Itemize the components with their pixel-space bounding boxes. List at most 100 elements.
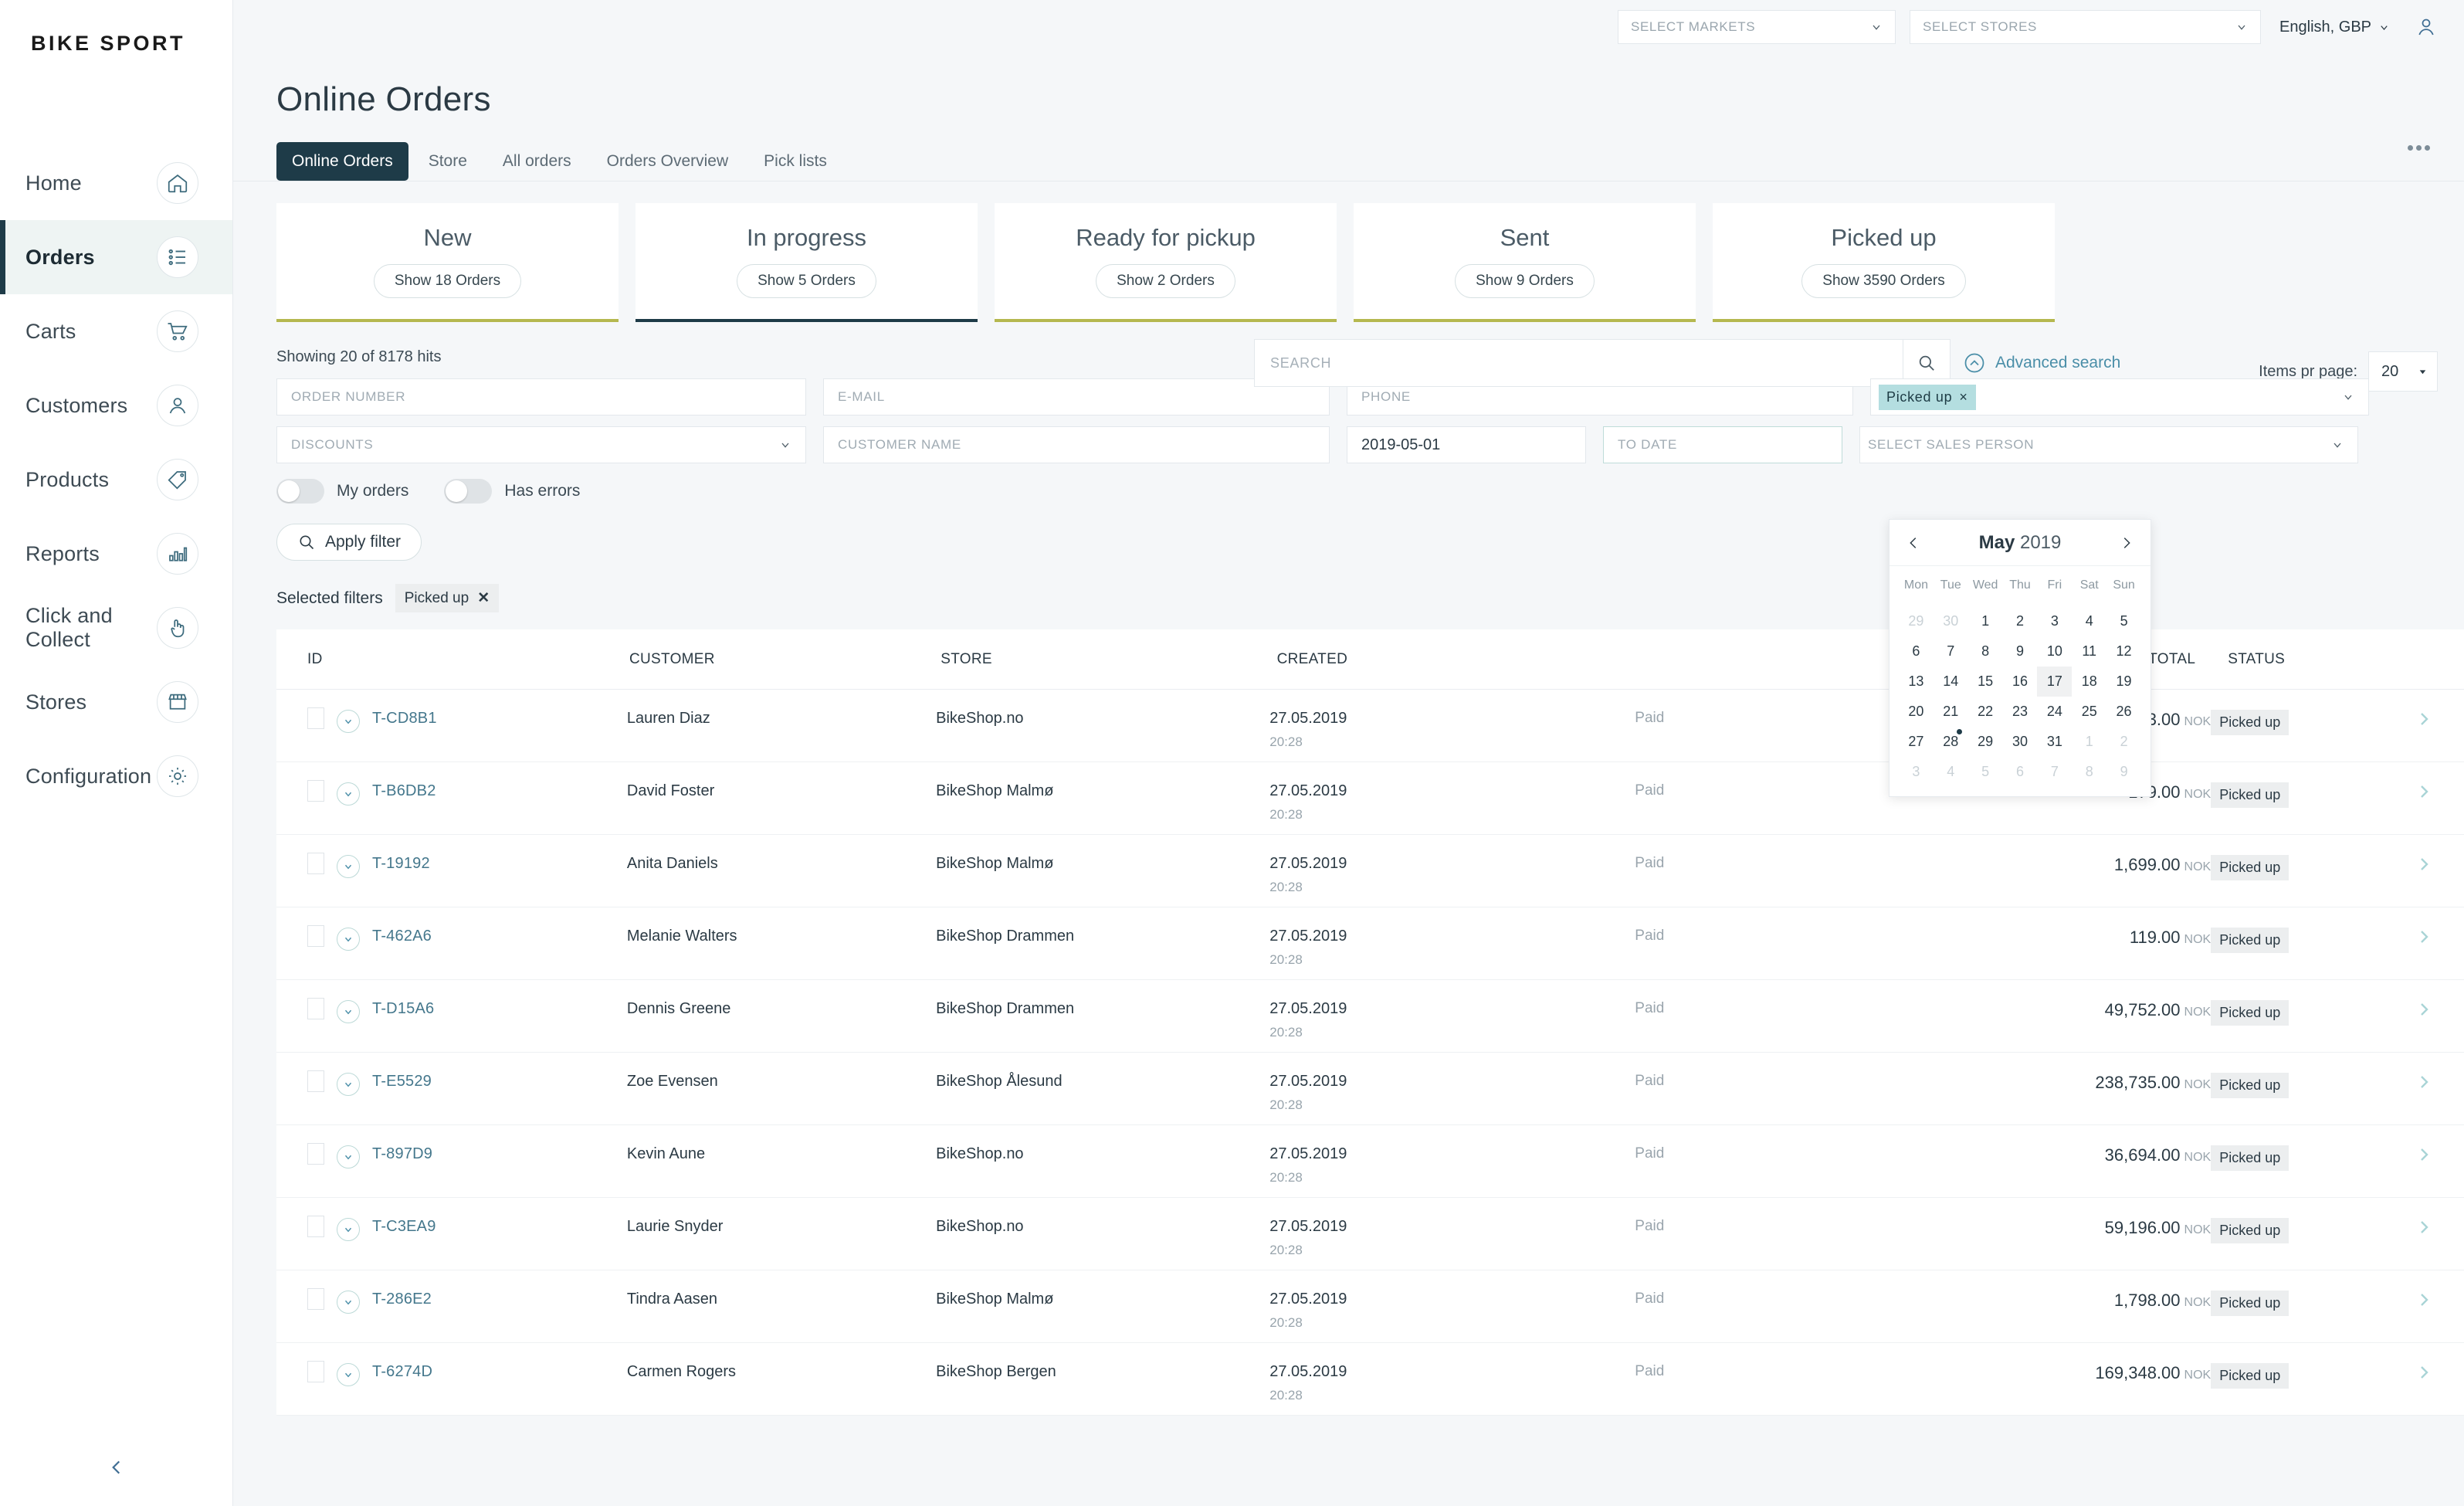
chevron-down-icon[interactable] bbox=[337, 855, 360, 878]
row-open-button[interactable] bbox=[2415, 928, 2433, 946]
user-avatar-icon[interactable] bbox=[2415, 15, 2438, 39]
order-id-link[interactable]: T-462A6 bbox=[372, 928, 432, 945]
status-chip-picked-up[interactable]: Picked up × bbox=[1879, 384, 1976, 410]
date-picker-day[interactable]: 7 bbox=[1934, 636, 1968, 667]
date-picker-day[interactable]: 17 bbox=[2037, 667, 2073, 697]
date-picker-day[interactable]: 5 bbox=[2106, 606, 2141, 636]
table-row[interactable]: T-286E2 Tindra Aasen BikeShop Malmø 27.0… bbox=[276, 1270, 2464, 1343]
row-open-button[interactable] bbox=[2415, 855, 2433, 873]
next-month-button[interactable] bbox=[2118, 534, 2135, 551]
date-picker-day[interactable]: 11 bbox=[2072, 636, 2106, 667]
order-number-field[interactable]: ORDER NUMBER bbox=[276, 378, 806, 416]
date-picker-day[interactable]: 2 bbox=[2003, 606, 2038, 636]
chevron-down-icon[interactable] bbox=[337, 1218, 360, 1241]
tab-store[interactable]: Store bbox=[413, 142, 483, 181]
date-picker-day[interactable]: 14 bbox=[1934, 667, 1968, 697]
date-picker-day[interactable]: 21 bbox=[1934, 697, 1968, 727]
customer-name-field[interactable]: CUSTOMER NAME bbox=[823, 426, 1330, 463]
date-picker-day[interactable]: 9 bbox=[2003, 636, 2038, 667]
date-picker-day[interactable]: 30 bbox=[1934, 606, 1968, 636]
tab-orders-overview[interactable]: Orders Overview bbox=[591, 142, 744, 181]
status-card-picked-up[interactable]: Picked up Show 3590 Orders bbox=[1713, 203, 2055, 322]
advanced-search-toggle[interactable]: Advanced search bbox=[1963, 351, 2120, 375]
sidebar-item-home[interactable]: Home bbox=[0, 146, 232, 220]
sidebar-item-products[interactable]: Products bbox=[0, 443, 232, 517]
row-open-button[interactable] bbox=[2415, 710, 2433, 728]
selected-filter-chip[interactable]: Picked up ✕ bbox=[395, 584, 500, 612]
status-card-sent[interactable]: Sent Show 9 Orders bbox=[1354, 203, 1696, 322]
language-currency-selector[interactable]: English, GBP bbox=[2279, 19, 2390, 36]
chevron-down-icon[interactable] bbox=[337, 1291, 360, 1314]
column-header-id[interactable]: ID bbox=[307, 651, 629, 668]
chevron-down-icon[interactable] bbox=[337, 928, 360, 951]
date-picker-day[interactable]: 5 bbox=[1968, 757, 2003, 787]
row-checkbox[interactable] bbox=[307, 1070, 324, 1092]
date-picker-day[interactable]: 23 bbox=[2003, 697, 2038, 727]
status-card-button[interactable]: Show 18 Orders bbox=[373, 264, 522, 298]
date-picker-day[interactable]: 22 bbox=[1968, 697, 2003, 727]
date-picker-day[interactable]: 1 bbox=[2072, 727, 2106, 757]
date-picker-day[interactable]: 3 bbox=[1899, 757, 1934, 787]
table-row[interactable]: T-E5529 Zoe Evensen BikeShop Ålesund 27.… bbox=[276, 1053, 2464, 1125]
date-picker-day[interactable]: 7 bbox=[2037, 757, 2072, 787]
sidebar-item-configuration[interactable]: Configuration bbox=[0, 739, 232, 813]
chevron-down-icon[interactable] bbox=[337, 1363, 360, 1386]
row-checkbox[interactable] bbox=[307, 780, 324, 802]
chevron-down-icon[interactable] bbox=[337, 1145, 360, 1169]
row-checkbox[interactable] bbox=[307, 925, 324, 947]
row-checkbox[interactable] bbox=[307, 853, 324, 874]
date-picker-day[interactable]: 30 bbox=[2003, 727, 2038, 757]
row-open-button[interactable] bbox=[2415, 1291, 2433, 1309]
date-picker-popup[interactable]: May 2019 Mon Tue Wed Thu Fri Sat Sun 29 3… bbox=[1889, 519, 2151, 797]
date-picker-day[interactable]: 4 bbox=[1934, 757, 1968, 787]
column-header-store[interactable]: STORE bbox=[941, 651, 1276, 668]
date-picker-day[interactable]: 26 bbox=[2106, 697, 2141, 727]
toggle-my-orders[interactable] bbox=[276, 479, 324, 504]
table-row[interactable]: T-19192 Anita Daniels BikeShop Malmø 27.… bbox=[276, 835, 2464, 907]
row-open-button[interactable] bbox=[2415, 1145, 2433, 1164]
order-id-link[interactable]: T-19192 bbox=[372, 855, 430, 873]
status-card-in-progress[interactable]: In progress Show 5 Orders bbox=[635, 203, 978, 322]
date-picker-day[interactable]: 20 bbox=[1899, 697, 1934, 727]
row-open-button[interactable] bbox=[2415, 1073, 2433, 1091]
status-card-button[interactable]: Show 2 Orders bbox=[1096, 264, 1235, 298]
status-card-new[interactable]: New Show 18 Orders bbox=[276, 203, 619, 322]
row-checkbox[interactable] bbox=[307, 707, 324, 729]
prev-month-button[interactable] bbox=[1905, 534, 1922, 551]
date-picker-day[interactable]: 24 bbox=[2037, 697, 2072, 727]
table-row[interactable]: T-6274D Carmen Rogers BikeShop Bergen 27… bbox=[276, 1343, 2464, 1416]
order-id-link[interactable]: T-E5529 bbox=[372, 1073, 432, 1090]
column-header-status[interactable]: STATUS bbox=[2228, 651, 2433, 668]
row-open-button[interactable] bbox=[2415, 1363, 2433, 1382]
date-picker-day[interactable]: 15 bbox=[1968, 667, 2003, 697]
order-id-link[interactable]: T-B6DB2 bbox=[372, 782, 436, 800]
brand-logo[interactable]: BIKE SPORT bbox=[0, 22, 232, 65]
chevron-down-icon[interactable] bbox=[337, 1073, 360, 1096]
date-picker-day[interactable]: 16 bbox=[2003, 667, 2038, 697]
status-card-button[interactable]: Show 3590 Orders bbox=[1801, 264, 1966, 298]
date-picker-day[interactable]: 31 bbox=[2037, 727, 2072, 757]
date-picker-day[interactable]: 8 bbox=[1968, 636, 2003, 667]
date-picker-day[interactable]: 18 bbox=[2072, 667, 2106, 697]
from-date-field[interactable]: 2019-05-01 bbox=[1347, 426, 1586, 463]
date-picker-day[interactable]: 3 bbox=[2037, 606, 2072, 636]
date-picker-day[interactable]: 19 bbox=[2106, 667, 2141, 697]
order-id-link[interactable]: T-897D9 bbox=[372, 1145, 432, 1163]
tab-all-orders[interactable]: All orders bbox=[487, 142, 587, 181]
status-card-button[interactable]: Show 9 Orders bbox=[1455, 264, 1595, 298]
order-id-link[interactable]: T-CD8B1 bbox=[372, 710, 437, 728]
tab-online-orders[interactable]: Online Orders bbox=[276, 142, 408, 181]
sidebar-item-reports[interactable]: Reports bbox=[0, 517, 232, 591]
column-header-created[interactable]: CREATED bbox=[1277, 651, 1645, 668]
more-horizontal-icon[interactable] bbox=[2400, 137, 2438, 158]
date-picker-day[interactable]: 1 bbox=[1968, 606, 2003, 636]
row-checkbox[interactable] bbox=[307, 1361, 324, 1382]
table-row[interactable]: T-897D9 Kevin Aune BikeShop.no 27.05.201… bbox=[276, 1125, 2464, 1198]
order-id-link[interactable]: T-D15A6 bbox=[372, 1000, 434, 1018]
row-checkbox[interactable] bbox=[307, 998, 324, 1019]
discounts-select[interactable]: DISCOUNTS bbox=[276, 426, 806, 463]
close-icon[interactable]: ✕ bbox=[477, 589, 490, 607]
search-input[interactable] bbox=[1254, 339, 1903, 387]
row-open-button[interactable] bbox=[2415, 782, 2433, 801]
sidebar-item-stores[interactable]: Stores bbox=[0, 665, 232, 739]
